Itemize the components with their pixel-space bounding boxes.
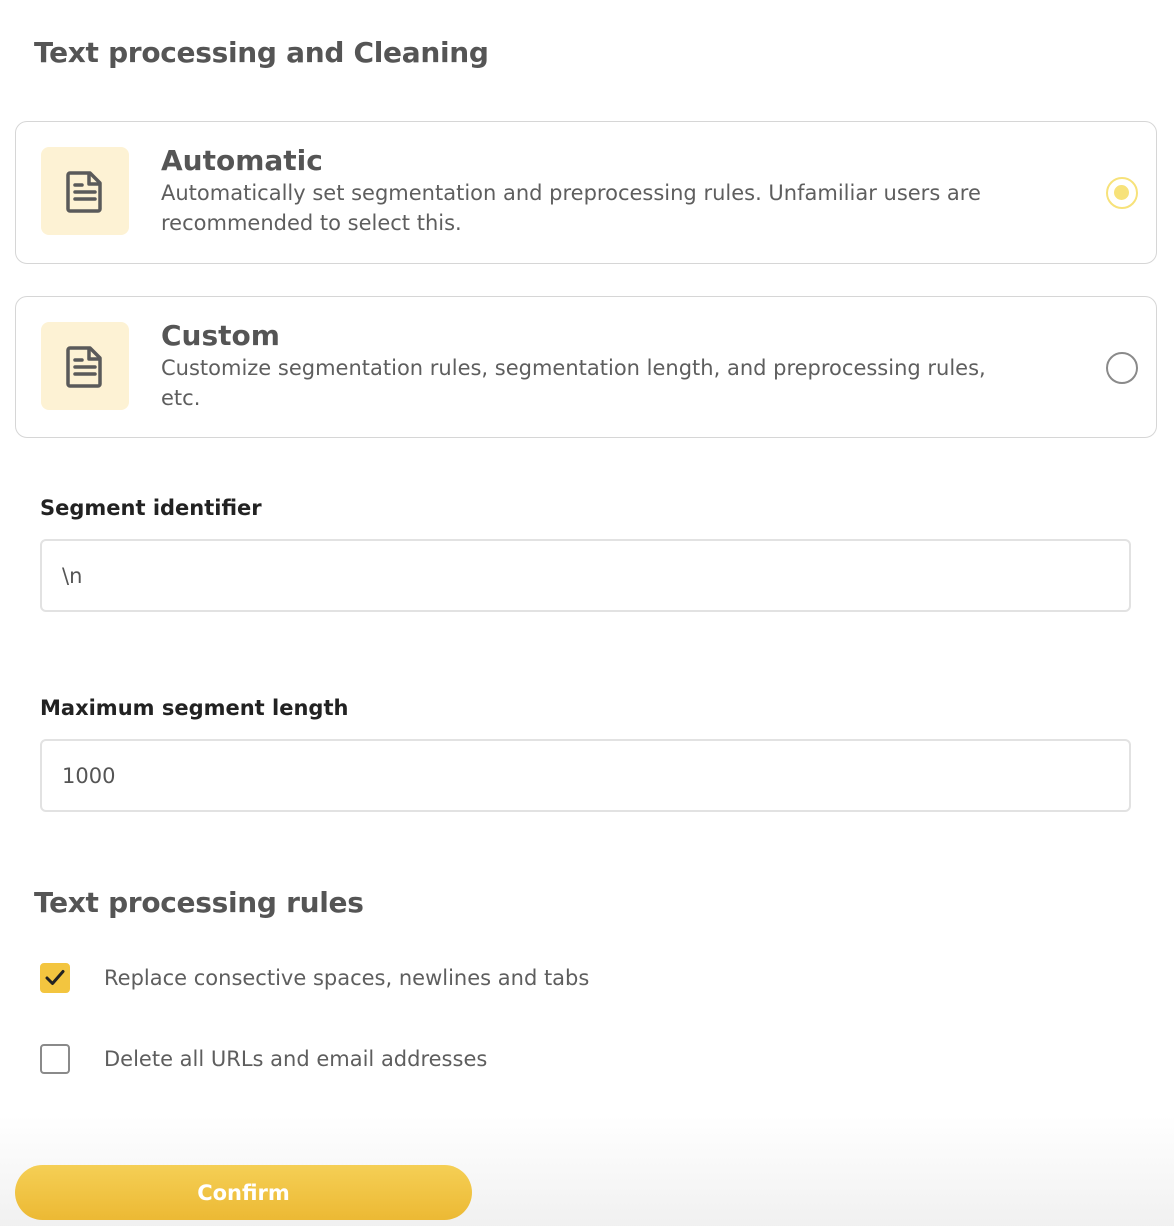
- section-title-rules: Text processing rules: [34, 886, 364, 919]
- segment-identifier-label: Segment identifier: [40, 496, 262, 520]
- delete-urls-checkbox[interactable]: [40, 1044, 70, 1074]
- option-card-custom[interactable]: Custom Customize segmentation rules, seg…: [15, 296, 1157, 438]
- custom-radio[interactable]: [1106, 352, 1138, 384]
- replace-spaces-checkbox[interactable]: [40, 963, 70, 993]
- rule-delete-urls[interactable]: Delete all URLs and email addresses: [40, 1043, 487, 1075]
- option-title: Custom: [161, 319, 280, 352]
- document-icon: [41, 322, 129, 410]
- confirm-button[interactable]: Confirm: [15, 1165, 472, 1220]
- automatic-radio[interactable]: [1106, 177, 1138, 209]
- option-card-automatic[interactable]: Automatic Automatically set segmentation…: [15, 121, 1157, 264]
- checkmark-icon: [45, 970, 65, 985]
- max-segment-length-input[interactable]: [40, 739, 1131, 812]
- page-title: Text processing and Cleaning: [34, 36, 489, 69]
- rule-label: Delete all URLs and email addresses: [104, 1047, 488, 1071]
- option-description: Automatically set segmentation and prepr…: [161, 181, 981, 235]
- rule-label: Replace consective spaces, newlines and …: [104, 966, 590, 990]
- document-icon: [41, 147, 129, 235]
- segment-identifier-input[interactable]: [40, 539, 1131, 612]
- option-title: Automatic: [161, 144, 323, 177]
- max-segment-length-label: Maximum segment length: [40, 696, 349, 720]
- option-description: Customize segmentation rules, segmentati…: [161, 356, 986, 410]
- rule-replace-spaces[interactable]: Replace consective spaces, newlines and …: [40, 962, 589, 994]
